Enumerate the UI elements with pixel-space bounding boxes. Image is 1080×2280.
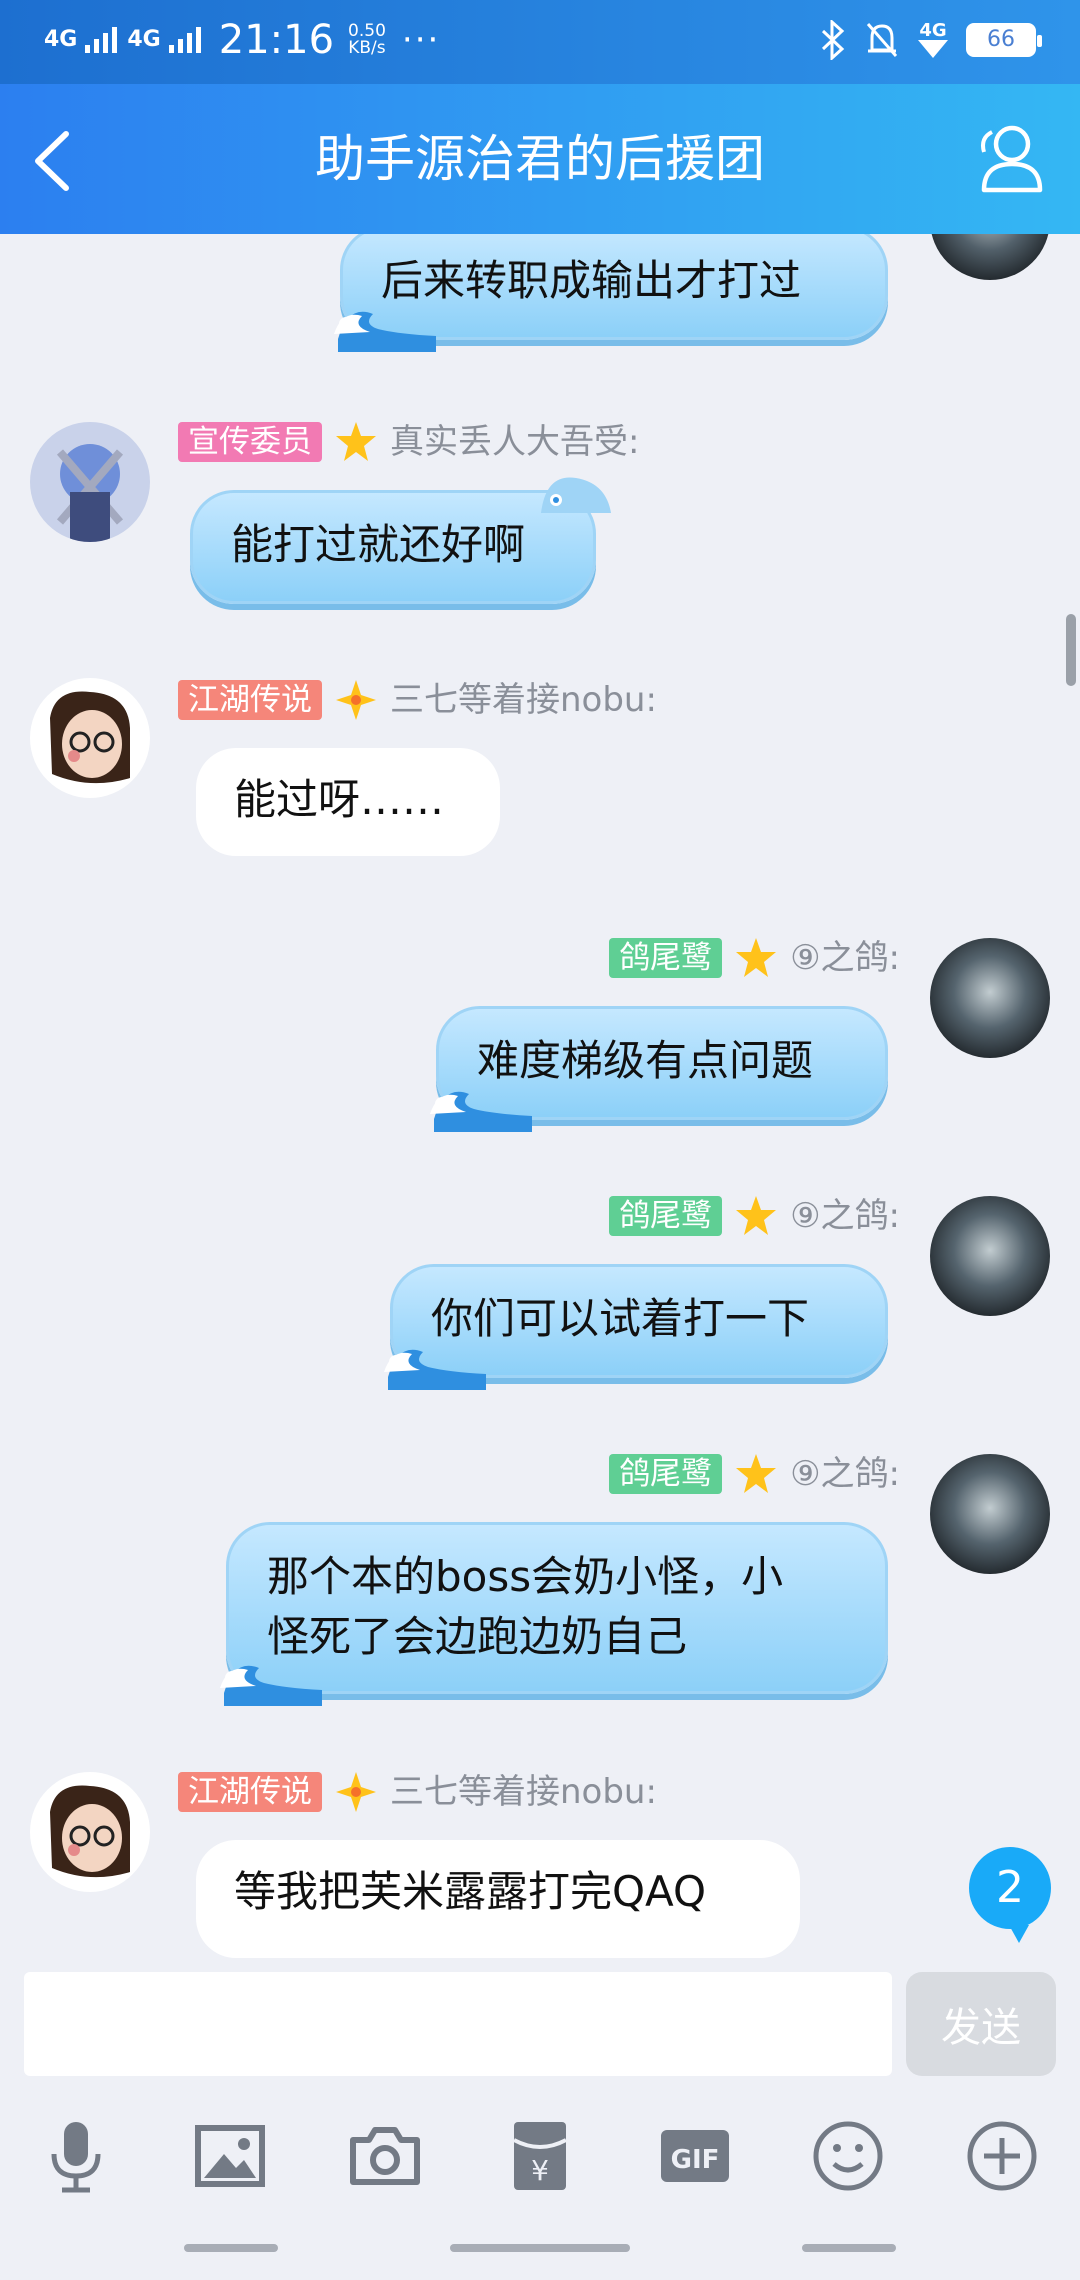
microphone-icon[interactable] [36, 2116, 116, 2196]
input-bar: 发送 [0, 1964, 1080, 2084]
star-icon [736, 1196, 777, 1235]
camera-icon[interactable] [345, 2116, 425, 2196]
sender-info: 鸽尾鹭 ⑨之鸽: [609, 936, 900, 980]
wave-decoration-icon [430, 1091, 532, 1132]
message-text-line-1: 那个本的boss会奶小怪，小 [267, 1552, 784, 1601]
battery-level: 66 [987, 27, 1015, 52]
sender-nickname: 真实丢人大吾受: [390, 422, 640, 462]
member-title-badge: 江湖传说 [178, 680, 322, 720]
message-text: 等我把芙米露露打完QAQ [234, 1867, 707, 1916]
plus-icon[interactable] [962, 2116, 1042, 2196]
input-toolbar: ¥ GIF [0, 2084, 1080, 2214]
wave-decoration-icon [220, 1665, 322, 1706]
signal-bars-icon [85, 27, 118, 53]
unread-count-badge[interactable]: 2 [969, 1847, 1051, 1943]
avatar[interactable] [30, 678, 150, 798]
status-bar: 4G 4G 21:16 0.50 KB/s ··· 4G 66 [0, 0, 1080, 84]
svg-text:¥: ¥ [531, 2154, 549, 2187]
nav-back-gesture[interactable] [802, 2244, 896, 2252]
sender-nickname: ⑨之鸽: [790, 938, 900, 978]
sender-info: 江湖传说 三七等着接nobu: [178, 678, 657, 722]
signal-label-1: 4G [44, 27, 78, 52]
chat-message-list[interactable]: 后来转职成输出才打过 宣传委员 真实丢人大吾受: 能打过就还好啊 江湖传说 三七… [0, 234, 1080, 1964]
battery-indicator: 66 [966, 23, 1042, 57]
page-title: 助手源治君的后援团 [315, 130, 765, 188]
bluetooth-icon [821, 20, 845, 60]
star-icon [736, 1454, 777, 1493]
signal-label-2: 4G [127, 27, 161, 52]
star-icon [736, 938, 777, 977]
sender-nickname: ⑨之鸽: [790, 1454, 900, 1494]
message-text: 能过呀…… [234, 775, 445, 824]
sender-nickname: 三七等着接nobu: [390, 680, 657, 720]
clock: 21:16 [218, 17, 335, 63]
avatar[interactable] [30, 1772, 150, 1892]
svg-text:GIF: GIF [671, 2145, 720, 2175]
network-speed-unit: KB/s [348, 38, 386, 58]
more-notifications: ··· [401, 20, 441, 60]
message-input[interactable] [24, 1972, 892, 2076]
sender-nickname: 三七等着接nobu: [390, 1772, 657, 1812]
network-speed: 0.50 KB/s [348, 23, 386, 57]
group-members-icon[interactable] [970, 118, 1050, 198]
mute-bell-icon [866, 23, 898, 57]
send-button[interactable]: 发送 [906, 1972, 1056, 2076]
member-title-badge: 鸽尾鹭 [609, 1454, 723, 1494]
wave-decoration-icon [384, 1349, 486, 1390]
message-text: 后来转职成输出才打过 [381, 256, 802, 305]
scrollbar[interactable] [1066, 614, 1076, 686]
sender-info: 鸽尾鹭 ⑨之鸽: [609, 1452, 900, 1496]
member-title-badge: 江湖传说 [178, 1772, 322, 1812]
wave-decoration-icon [334, 311, 436, 352]
system-nav-bar [0, 2214, 1080, 2280]
star-icon [336, 422, 376, 461]
message-bubble[interactable]: 等我把芙米露露打完QAQ [196, 1840, 800, 1958]
nav-recents-gesture[interactable] [184, 2244, 278, 2252]
emoji-icon[interactable] [808, 2116, 888, 2196]
avatar[interactable] [930, 1454, 1050, 1574]
sender-info: 鸽尾鹭 ⑨之鸽: [609, 1194, 900, 1238]
message-bubble[interactable]: 那个本的boss会奶小怪，小 怪死了会边跑边奶自己 [226, 1522, 888, 1694]
diamond-star-icon [336, 1772, 376, 1812]
avatar[interactable] [930, 938, 1050, 1058]
avatar[interactable] [930, 234, 1050, 280]
sender-info: 宣传委员 真实丢人大吾受: [178, 420, 639, 464]
avatar[interactable] [930, 1196, 1050, 1316]
signal-bars-icon [168, 27, 201, 53]
sender-info: 江湖传说 三七等着接nobu: [178, 1770, 657, 1814]
message-text: 能打过就还好啊 [231, 520, 526, 569]
gif-icon[interactable]: GIF [655, 2116, 735, 2196]
member-title-badge: 鸽尾鹭 [609, 1196, 723, 1236]
header: 助手源治君的后援团 [0, 84, 1080, 234]
avatar[interactable] [30, 422, 150, 542]
member-title-badge: 宣传委员 [178, 422, 322, 462]
sender-nickname: ⑨之鸽: [790, 1196, 900, 1236]
image-icon[interactable] [190, 2116, 270, 2196]
nav-home-gesture[interactable] [450, 2244, 630, 2252]
message-text-line-2: 怪死了会边跑边奶自己 [267, 1612, 688, 1661]
signal-label-3: 4G [919, 20, 947, 41]
bubble-decoration-icon [541, 477, 611, 513]
message-bubble[interactable]: 能过呀…… [196, 748, 500, 856]
member-title-badge: 鸽尾鹭 [609, 938, 723, 978]
wifi-signal-icon [918, 40, 948, 58]
diamond-star-icon [336, 680, 376, 720]
red-packet-icon[interactable]: ¥ [500, 2116, 580, 2196]
